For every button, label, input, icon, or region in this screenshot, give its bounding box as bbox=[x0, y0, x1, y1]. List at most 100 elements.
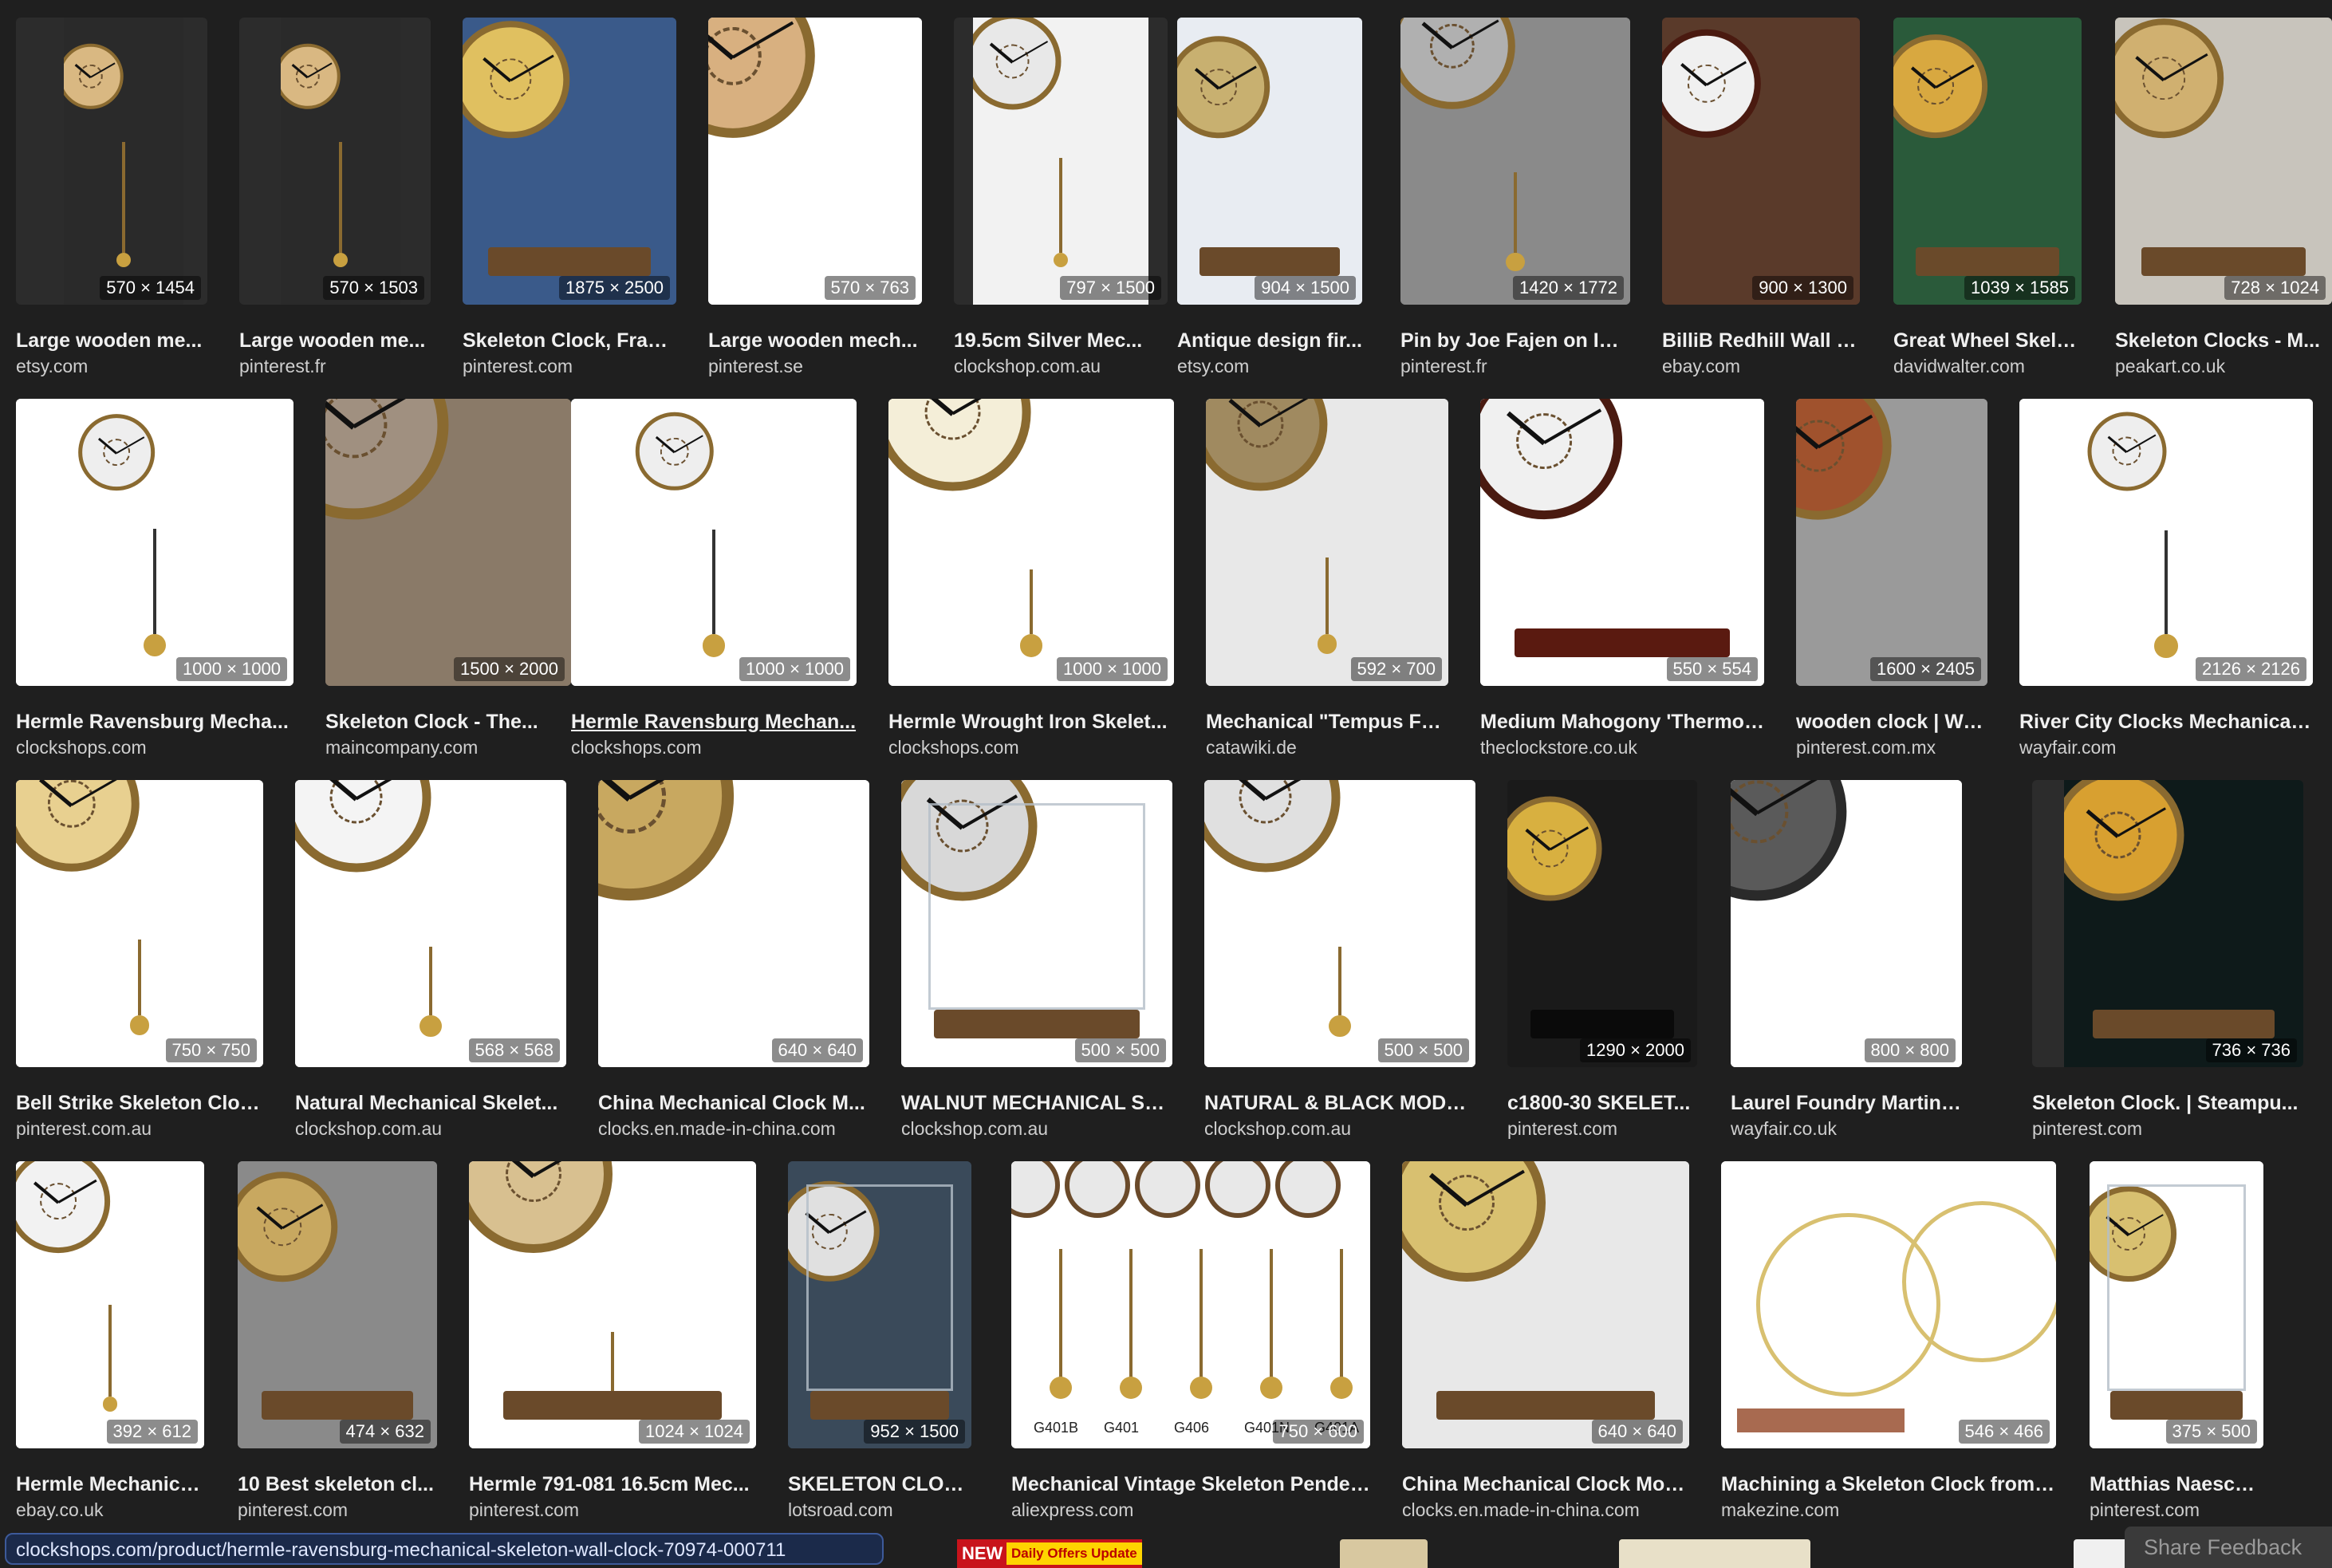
result-thumbnail[interactable]: 392 × 612 bbox=[16, 1161, 204, 1448]
result-source[interactable]: clockshops.com bbox=[16, 735, 293, 759]
image-result[interactable]: 1420 × 1772 Pin by Joe Fajen on Int... pin… bbox=[1400, 18, 1630, 384]
result-source[interactable]: clockshop.com.au bbox=[954, 354, 1168, 378]
result-thumbnail[interactable]: 570 × 1503 bbox=[239, 18, 431, 305]
result-source[interactable]: aliexpress.com bbox=[1011, 1498, 1370, 1522]
result-title[interactable]: Mechanical Vintage Skeleton Pendel... bbox=[1011, 1471, 1370, 1498]
result-source[interactable]: clocks.en.made-in-china.com bbox=[1402, 1498, 1689, 1522]
result-source[interactable]: davidwalter.com bbox=[1893, 354, 2082, 378]
result-source[interactable]: pinterest.com bbox=[469, 1498, 756, 1522]
result-title[interactable]: Machining a Skeleton Clock from ... bbox=[1721, 1471, 2056, 1498]
result-thumbnail[interactable]: 640 × 640 bbox=[1402, 1161, 1689, 1448]
result-thumbnail[interactable]: 1000 × 1000 bbox=[16, 399, 293, 686]
image-result[interactable]: 1500 × 2000 Skeleton Clock - The... mainco… bbox=[325, 399, 571, 766]
image-result[interactable]: 550 × 554 Medium Mahogony 'Thermo'... thec… bbox=[1480, 399, 1764, 766]
result-source[interactable]: pinterest.se bbox=[708, 354, 922, 378]
image-result[interactable]: 904 × 1500 Antique design fir... etsy.com bbox=[1177, 18, 1362, 384]
image-result[interactable]: 592 × 700 Mechanical "Tempus Fu... catawik… bbox=[1206, 399, 1448, 766]
result-title[interactable]: 10 Best skeleton cl... bbox=[238, 1471, 437, 1498]
result-title[interactable]: wooden clock | Wo... bbox=[1796, 708, 1987, 735]
image-result[interactable]: 1000 × 1000 Hermle Ravensburg Mechan... cl… bbox=[571, 399, 857, 766]
result-source[interactable]: peakart.co.uk bbox=[2115, 354, 2332, 378]
result-thumbnail[interactable]: 1420 × 1772 bbox=[1400, 18, 1630, 305]
result-thumbnail[interactable]: 952 × 1500 bbox=[788, 1161, 971, 1448]
result-thumbnail[interactable]: 1600 × 2405 bbox=[1796, 399, 1987, 686]
result-source[interactable]: pinterest.com bbox=[2032, 1117, 2303, 1141]
result-title[interactable]: c1800-30 SKELET... bbox=[1507, 1089, 1697, 1117]
image-result[interactable]: 1000 × 1000 Hermle Ravensburg Mecha... clo… bbox=[16, 399, 293, 766]
result-title[interactable]: Large wooden me... bbox=[239, 327, 431, 354]
result-thumbnail[interactable]: 474 × 632 bbox=[238, 1161, 437, 1448]
result-title[interactable]: Hermle Ravensburg Mechan... bbox=[571, 708, 857, 735]
result-thumbnail[interactable]: 1290 × 2000 bbox=[1507, 780, 1697, 1067]
result-source[interactable]: catawiki.de bbox=[1206, 735, 1448, 759]
image-result[interactable]: 1039 × 1585 Great Wheel Skele... davidwalt… bbox=[1893, 18, 2082, 384]
result-source[interactable]: wayfair.co.uk bbox=[1731, 1117, 1962, 1141]
result-source[interactable]: pinterest.com bbox=[2090, 1498, 2263, 1522]
result-thumbnail[interactable]: 2126 × 2126 bbox=[2019, 399, 2313, 686]
image-result[interactable]: 736 × 736 Skeleton Clock. | Steampu... pin… bbox=[2032, 780, 2303, 1147]
result-thumbnail[interactable]: 640 × 640 bbox=[598, 780, 869, 1067]
result-title[interactable]: Large wooden mech... bbox=[708, 327, 922, 354]
result-thumbnail[interactable]: 1875 × 2500 bbox=[463, 18, 676, 305]
result-source[interactable]: pinterest.com.au bbox=[16, 1117, 263, 1141]
ad-banner[interactable]: NEW Daily Offers Update bbox=[957, 1539, 1142, 1568]
result-thumbnail[interactable]: 568 × 568 bbox=[295, 780, 566, 1067]
result-thumbnail[interactable]: 728 × 1024 bbox=[2115, 18, 2332, 305]
result-title[interactable]: Skeleton Clock. | Steampu... bbox=[2032, 1089, 2303, 1117]
result-source[interactable]: ebay.com bbox=[1662, 354, 1860, 378]
result-thumbnail[interactable]: 900 × 1300 bbox=[1662, 18, 1860, 305]
result-source[interactable]: wayfair.com bbox=[2019, 735, 2313, 759]
result-thumbnail[interactable]: 1000 × 1000 bbox=[571, 399, 857, 686]
result-source[interactable]: clockshop.com.au bbox=[295, 1117, 566, 1141]
result-source[interactable]: maincompany.com bbox=[325, 735, 571, 759]
result-thumbnail[interactable]: 546 × 466 bbox=[1721, 1161, 2056, 1448]
result-thumbnail[interactable]: 904 × 1500 bbox=[1177, 18, 1362, 305]
result-title[interactable]: Pin by Joe Fajen on Int... bbox=[1400, 327, 1630, 354]
result-title[interactable]: China Mechanical Clock M... bbox=[598, 1089, 869, 1117]
result-title[interactable]: Medium Mahogony 'Thermo'... bbox=[1480, 708, 1764, 735]
result-source[interactable]: pinterest.com bbox=[463, 354, 676, 378]
result-source[interactable]: clockshops.com bbox=[888, 735, 1174, 759]
result-source[interactable]: ebay.co.uk bbox=[16, 1498, 204, 1522]
image-result[interactable]: 800 × 800 Laurel Foundry Martingale ...wa… bbox=[1731, 780, 1962, 1147]
result-source[interactable]: lotsroad.com bbox=[788, 1498, 971, 1522]
result-source[interactable]: makezine.com bbox=[1721, 1498, 2056, 1522]
image-result[interactable]: 640 × 640 China Mechanical Clock Mov... cl… bbox=[1402, 1161, 1689, 1528]
result-title[interactable]: NATURAL & BLACK MODE... bbox=[1204, 1089, 1475, 1117]
result-title[interactable]: WALNUT MECHANICAL SK... bbox=[901, 1089, 1172, 1117]
result-source[interactable]: pinterest.fr bbox=[239, 354, 431, 378]
result-title[interactable]: Skeleton Clock, Fran... bbox=[463, 327, 676, 354]
result-title[interactable]: Antique design fir... bbox=[1177, 327, 1362, 354]
peek-thumb[interactable] bbox=[1340, 1539, 1428, 1568]
image-result[interactable]: 500 × 500 NATURAL & BLACK MODE... clocksho… bbox=[1204, 780, 1475, 1147]
result-thumbnail[interactable]: 1000 × 1000 bbox=[888, 399, 1174, 686]
result-thumbnail[interactable]: 550 × 554 bbox=[1480, 399, 1764, 686]
result-title[interactable]: China Mechanical Clock Mov... bbox=[1402, 1471, 1689, 1498]
image-result[interactable]: 1290 × 2000 c1800-30 SKELET... pinterest.c… bbox=[1507, 780, 1697, 1147]
result-thumbnail[interactable]: 736 × 736 bbox=[2032, 780, 2303, 1067]
result-title[interactable]: Large wooden me... bbox=[16, 327, 207, 354]
result-thumbnail[interactable]: 570 × 1454 bbox=[16, 18, 207, 305]
result-source[interactable]: etsy.com bbox=[16, 354, 207, 378]
image-result[interactable]: 728 × 1024 Skeleton Clocks - M... peakart.… bbox=[2115, 18, 2332, 384]
result-thumbnail[interactable]: 1024 × 1024 bbox=[469, 1161, 756, 1448]
result-title[interactable]: Skeleton Clocks - M... bbox=[2115, 327, 2332, 354]
image-result[interactable]: 392 × 612 Hermle Mechanica... ebay.co.uk bbox=[16, 1161, 204, 1528]
result-thumbnail[interactable]: 1500 × 2000 bbox=[325, 399, 571, 686]
result-source[interactable]: pinterest.com.mx bbox=[1796, 735, 1987, 759]
image-result[interactable]: 570 × 1454 Large wooden me... etsy.com bbox=[16, 18, 207, 384]
result-source[interactable]: clockshops.com bbox=[571, 735, 857, 759]
image-result[interactable]: 797 × 1500 19.5cm Silver Mec... clockshop.… bbox=[954, 18, 1168, 384]
result-title[interactable]: Bell Strike Skeleton Cloc... bbox=[16, 1089, 263, 1117]
result-source[interactable]: pinterest.com bbox=[238, 1498, 437, 1522]
result-source[interactable]: theclockstore.co.uk bbox=[1480, 735, 1764, 759]
result-thumbnail[interactable]: G401B G401 G406 G401N G401A 750 × 600 bbox=[1011, 1161, 1370, 1448]
image-result[interactable]: 1024 × 1024 Hermle 791-081 16.5cm Mec... p… bbox=[469, 1161, 756, 1528]
result-title[interactable]: Hermle 791-081 16.5cm Mec... bbox=[469, 1471, 756, 1498]
result-source[interactable]: clocks.en.made-in-china.com bbox=[598, 1117, 869, 1141]
image-result[interactable]: 750 × 750 Bell Strike Skeleton Cloc... pin… bbox=[16, 780, 263, 1147]
image-result[interactable]: G401B G401 G406 G401N G401A 750 × 600 Mechanic… bbox=[1011, 1161, 1370, 1528]
result-title[interactable]: SKELETON CLOC... bbox=[788, 1471, 971, 1498]
image-result[interactable]: 1000 × 1000 Hermle Wrought Iron Skelet...… bbox=[888, 399, 1174, 766]
result-source[interactable]: clockshop.com.au bbox=[901, 1117, 1172, 1141]
